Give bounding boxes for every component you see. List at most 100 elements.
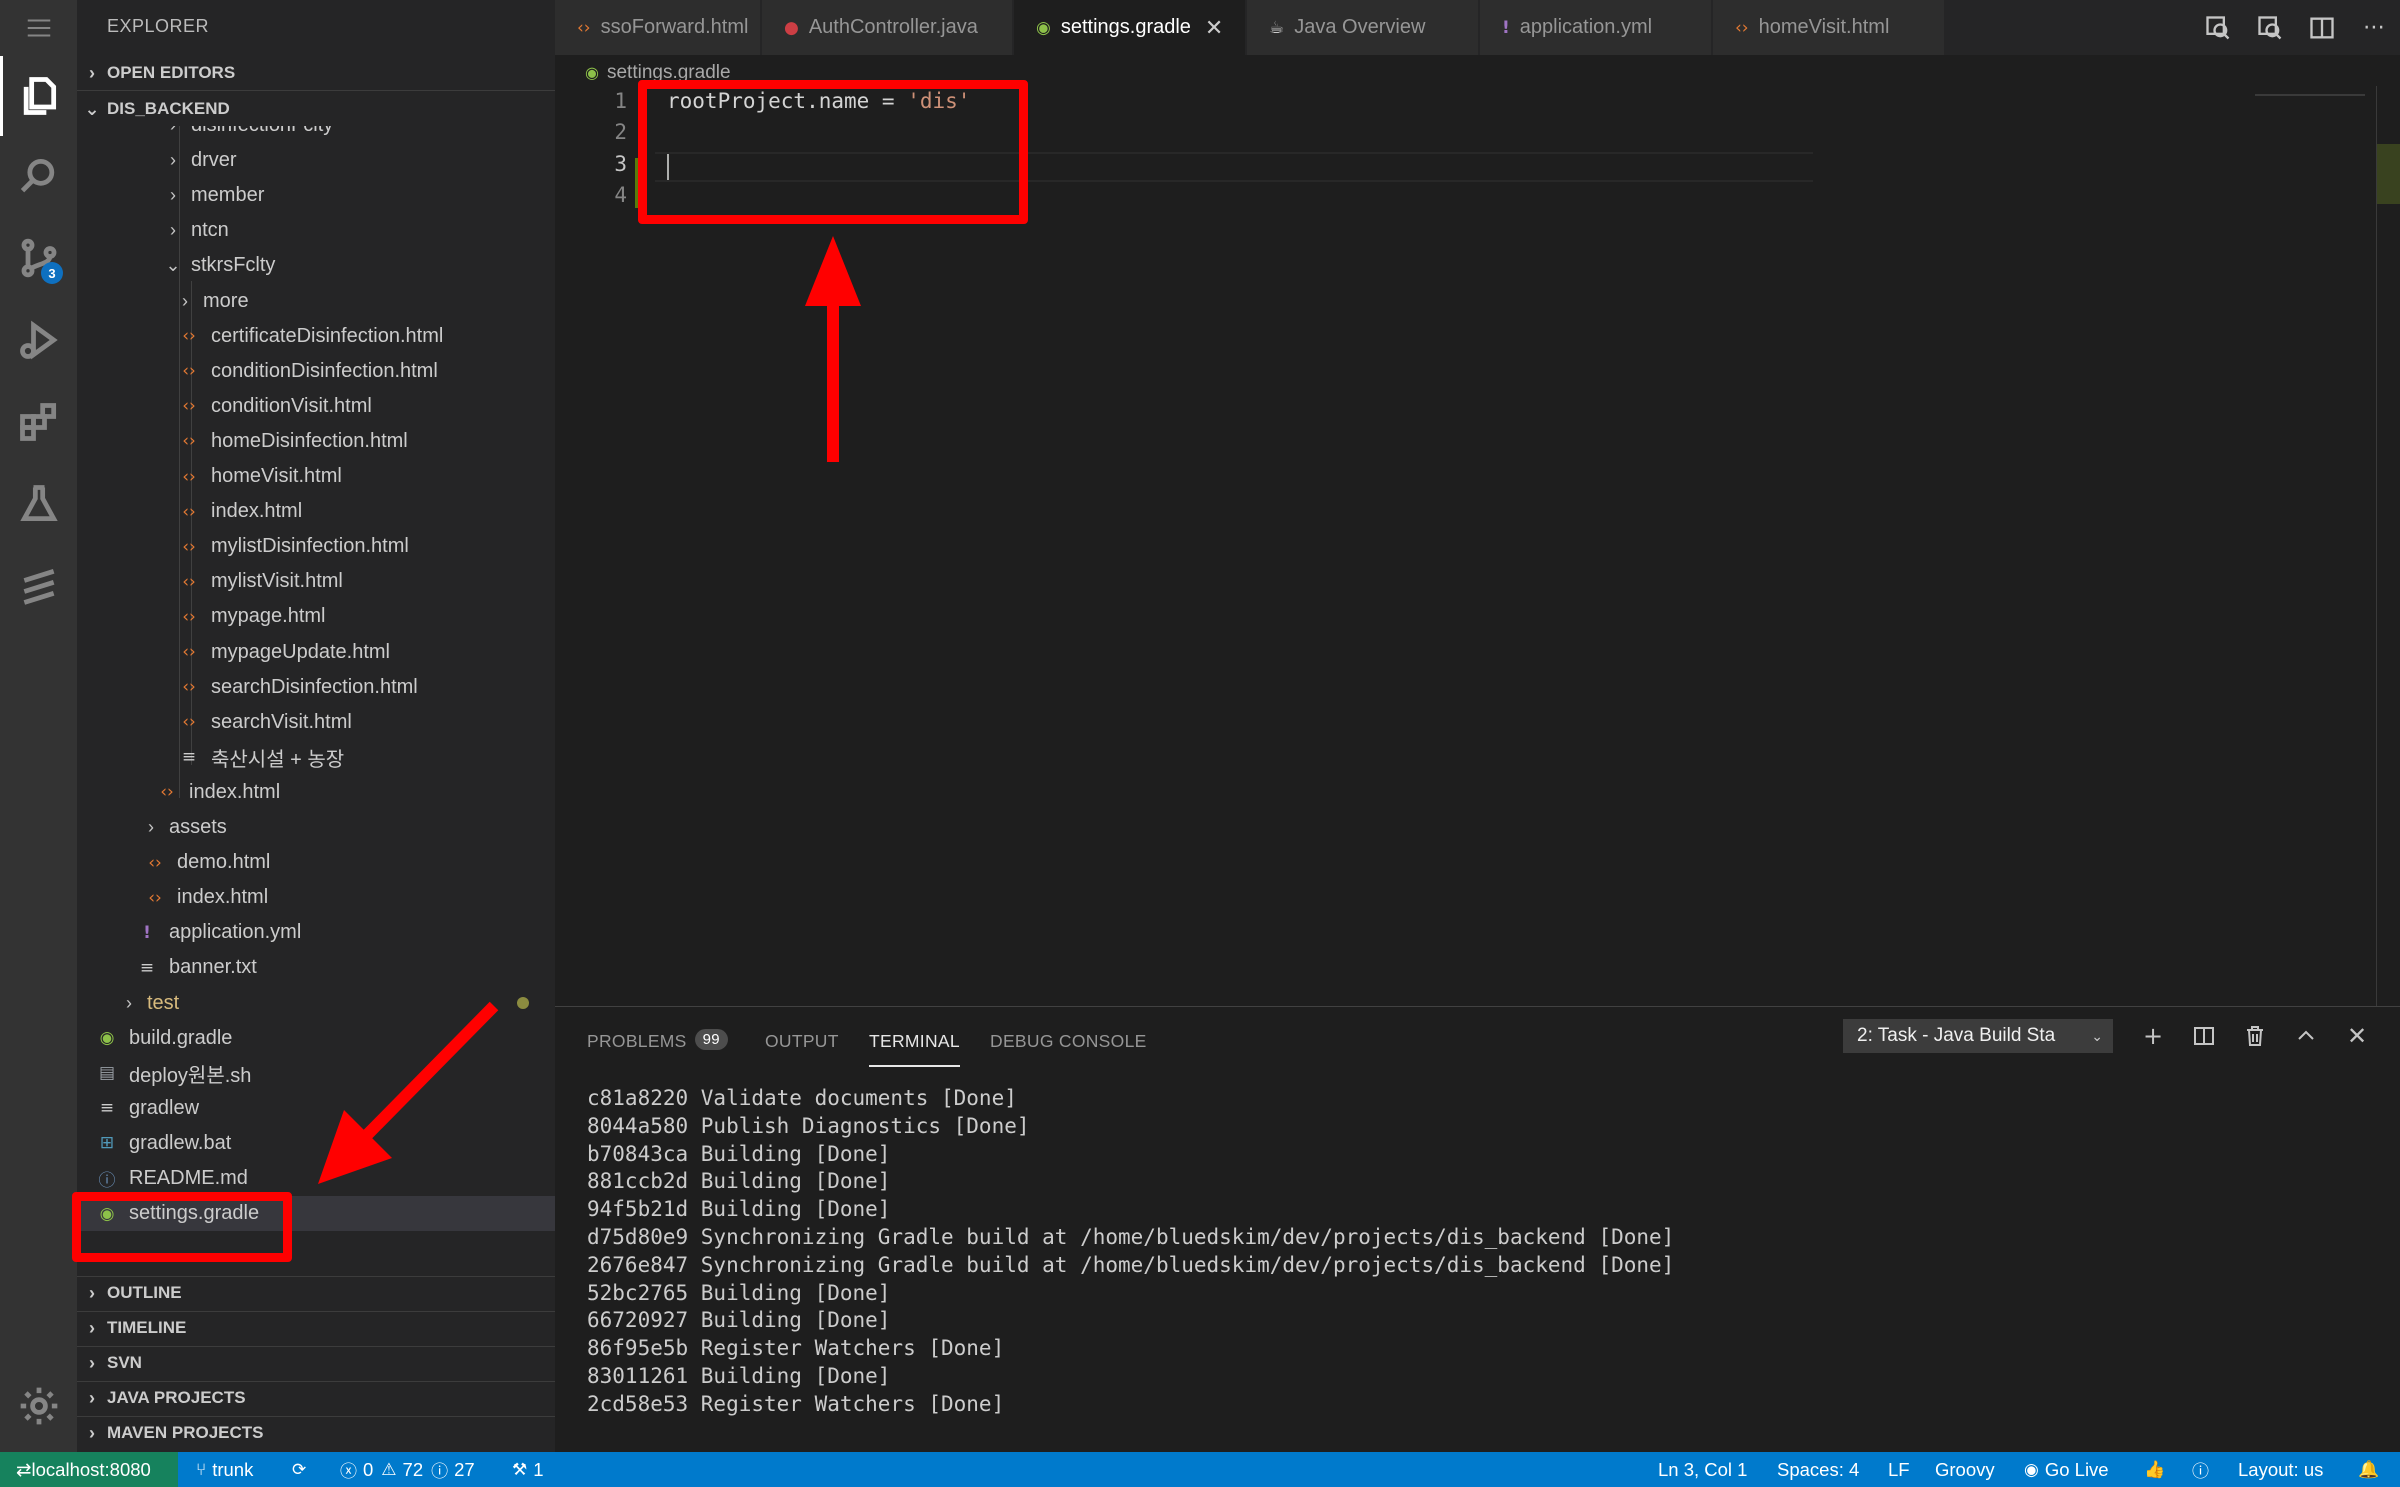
tab-application-yml[interactable]: ! application.yml [1480, 0, 1712, 55]
run-debug-icon[interactable] [0, 300, 77, 380]
tree-file[interactable]: ‹› index.html [77, 880, 555, 915]
tab-output[interactable]: OUTPUT [765, 1021, 839, 1065]
section-timeline[interactable]: › TIMELINE [77, 1311, 555, 1345]
source-control-icon[interactable]: 3 [0, 218, 77, 298]
chevron-right-icon: › [89, 1387, 95, 1408]
tree-file[interactable]: ≡ banner.txt [77, 950, 555, 985]
section-maven-projects[interactable]: › MAVEN PROJECTS [77, 1416, 555, 1450]
chevron-right-icon: › [182, 290, 188, 311]
tree-item-label: test [147, 991, 180, 1014]
info-icon[interactable]: ⓘ [2192, 1452, 2215, 1487]
bottom-panel: PROBLEMS 99 OUTPUT TERMINAL DEBUG CONSOL… [555, 1006, 2400, 1452]
search-icon[interactable] [0, 136, 77, 216]
close-icon[interactable]: ✕ [1205, 15, 1223, 41]
notifications-bell-icon[interactable]: 🔔 [2358, 1452, 2385, 1487]
terminal-selector[interactable]: 2: Task - Java Build Sta ⌄ [1843, 1019, 2113, 1053]
indentation[interactable]: Spaces: 4 [1777, 1452, 1859, 1487]
tree-file[interactable]: ‹› index.html [77, 775, 555, 810]
tree-file[interactable]: ‹› homeDisinfection.html [77, 424, 555, 459]
tree-file[interactable]: ! application.yml [77, 915, 555, 950]
tab-terminal[interactable]: TERMINAL [869, 1021, 960, 1067]
html-file-icon: ‹› [148, 852, 162, 873]
explorer-icon[interactable] [0, 56, 77, 136]
tree-file[interactable]: ‹› mypageUpdate.html [77, 635, 555, 670]
close-panel-icon[interactable]: ✕ [2340, 1019, 2374, 1053]
tree-file[interactable]: ‹› index.html [77, 494, 555, 529]
open-changes-icon[interactable] [2244, 0, 2296, 55]
maximize-panel-icon[interactable] [2289, 1019, 2323, 1053]
cursor-position[interactable]: Ln 3, Col 1 [1658, 1452, 1747, 1487]
extensions-icon[interactable] [0, 382, 77, 462]
tree-item-label: mylistVisit.html [211, 570, 343, 593]
more-actions-icon[interactable]: ⋯ [2348, 0, 2400, 55]
tree-file[interactable]: ‹› mylistDisinfection.html [77, 529, 555, 564]
feedback-icon[interactable]: 👍 [2144, 1452, 2171, 1487]
menu-icon[interactable] [0, 0, 77, 56]
tree-folder[interactable]: › member [77, 178, 555, 213]
tab-debug-console[interactable]: DEBUG CONSOLE [990, 1021, 1147, 1065]
tab-problems[interactable]: PROBLEMS 99 [587, 1021, 728, 1065]
tree-file[interactable]: ‹› searchVisit.html [77, 705, 555, 740]
tree-file[interactable]: ≡ gradlew [77, 1091, 555, 1126]
tree-file[interactable]: ⊞ gradlew.bat [77, 1126, 555, 1161]
tree-item-label: index.html [211, 500, 303, 523]
tree-item-label: 축산시설 + 농장 [211, 748, 345, 771]
end-of-line[interactable]: LF [1888, 1452, 1910, 1487]
tree-file[interactable]: ‹› mypage.html [77, 599, 555, 634]
problems-indicator[interactable]: ⓧ 0 ⚠ 72 ⓘ 27 [340, 1452, 475, 1487]
terminal-line: d75d80e9 Synchronizing Gradle build at /… [587, 1224, 1675, 1249]
compare-changes-icon[interactable] [2192, 0, 2244, 55]
section-java-projects[interactable]: › JAVA PROJECTS [77, 1381, 555, 1415]
tree-folder[interactable]: › test [77, 986, 555, 1021]
tree-file[interactable]: ‹› homeVisit.html [77, 459, 555, 494]
tree-folder[interactable]: › disinfectionFcity [77, 126, 555, 143]
tree-item-label: mypageUpdate.html [211, 640, 390, 663]
svn-icon[interactable] [0, 546, 77, 626]
tree-folder[interactable]: ⌄ stkrsFclty [77, 248, 555, 283]
keyboard-layout[interactable]: Layout: us [2238, 1452, 2323, 1487]
tree-folder[interactable]: › assets [77, 810, 555, 845]
tree-file[interactable]: ‹› conditionDisinfection.html [77, 354, 555, 389]
section-open-editors[interactable]: › OPEN EDITORS [77, 56, 555, 90]
code-editor[interactable]: 1 2 3 4 rootProject.name = 'dis' [555, 86, 2400, 1006]
tree-file[interactable]: ▤ deploy원본.sh [77, 1056, 555, 1091]
error-icon: ⓧ [340, 1462, 357, 1482]
tree-folder[interactable]: › more [77, 284, 555, 319]
trash-icon[interactable] [2238, 1019, 2272, 1053]
new-terminal-plus-icon[interactable]: + [2136, 1019, 2170, 1053]
chevron-right-icon: › [148, 817, 154, 837]
tab-java-overview[interactable]: ☕ Java Overview [1247, 0, 1479, 55]
tree-file[interactable]: ‹› mylistVisit.html [77, 564, 555, 599]
html-file-icon: ‹› [182, 571, 196, 592]
scrollbar-track[interactable] [2376, 86, 2377, 1006]
section-project[interactable]: ⌄ DIS_BACKEND [77, 92, 555, 126]
html-file-icon: ‹› [182, 396, 196, 417]
remote-indicator[interactable]: ⇄ localhost:8080 [0, 1452, 178, 1487]
tree-file[interactable]: ◉ build.gradle [77, 1021, 555, 1056]
branch-indicator[interactable]: ⑂ trunk [196, 1452, 253, 1487]
tree-folder[interactable]: › ntcn [77, 213, 555, 248]
tree-folder[interactable]: › drver [77, 143, 555, 178]
tab-settings-gradle[interactable]: ◉ settings.gradle ✕ [1014, 0, 1246, 55]
language-mode[interactable]: Groovy [1935, 1452, 1995, 1487]
go-live-button[interactable]: ◉ Go Live [2024, 1452, 2109, 1487]
tab-homevisit[interactable]: ‹› homeVisit.html [1713, 0, 1945, 55]
html-file-icon: ‹› [182, 431, 196, 452]
ports-indicator[interactable]: ⚒ 1 [512, 1452, 544, 1487]
tree-file[interactable]: ‹› searchDisinfection.html [77, 670, 555, 705]
section-svn[interactable]: › SVN [77, 1346, 555, 1380]
split-editor-icon[interactable] [2296, 0, 2348, 55]
tab-authcontroller[interactable]: ● AuthController.java [762, 0, 1013, 55]
settings-gear-icon[interactable] [0, 1366, 77, 1446]
tree-file[interactable]: ≡ 축산시설 + 농장 [77, 740, 555, 775]
tab-ssoforward[interactable]: ‹› ssoForward.html [555, 0, 761, 55]
tree-file[interactable]: ‹› conditionVisit.html [77, 389, 555, 424]
split-terminal-icon[interactable] [2187, 1019, 2221, 1053]
section-outline[interactable]: › OUTLINE [77, 1276, 555, 1310]
tree-file[interactable]: ‹› certificateDisinfection.html [77, 319, 555, 354]
tree-file[interactable]: ⓘ README.md [77, 1161, 555, 1196]
sync-icon[interactable]: ⟳ [292, 1452, 312, 1487]
testing-icon[interactable] [0, 464, 77, 544]
tree-file[interactable]: ‹› demo.html [77, 845, 555, 880]
terminal-output[interactable]: c81a8220 Validate documents [Done] 8044a… [587, 1085, 1674, 1419]
